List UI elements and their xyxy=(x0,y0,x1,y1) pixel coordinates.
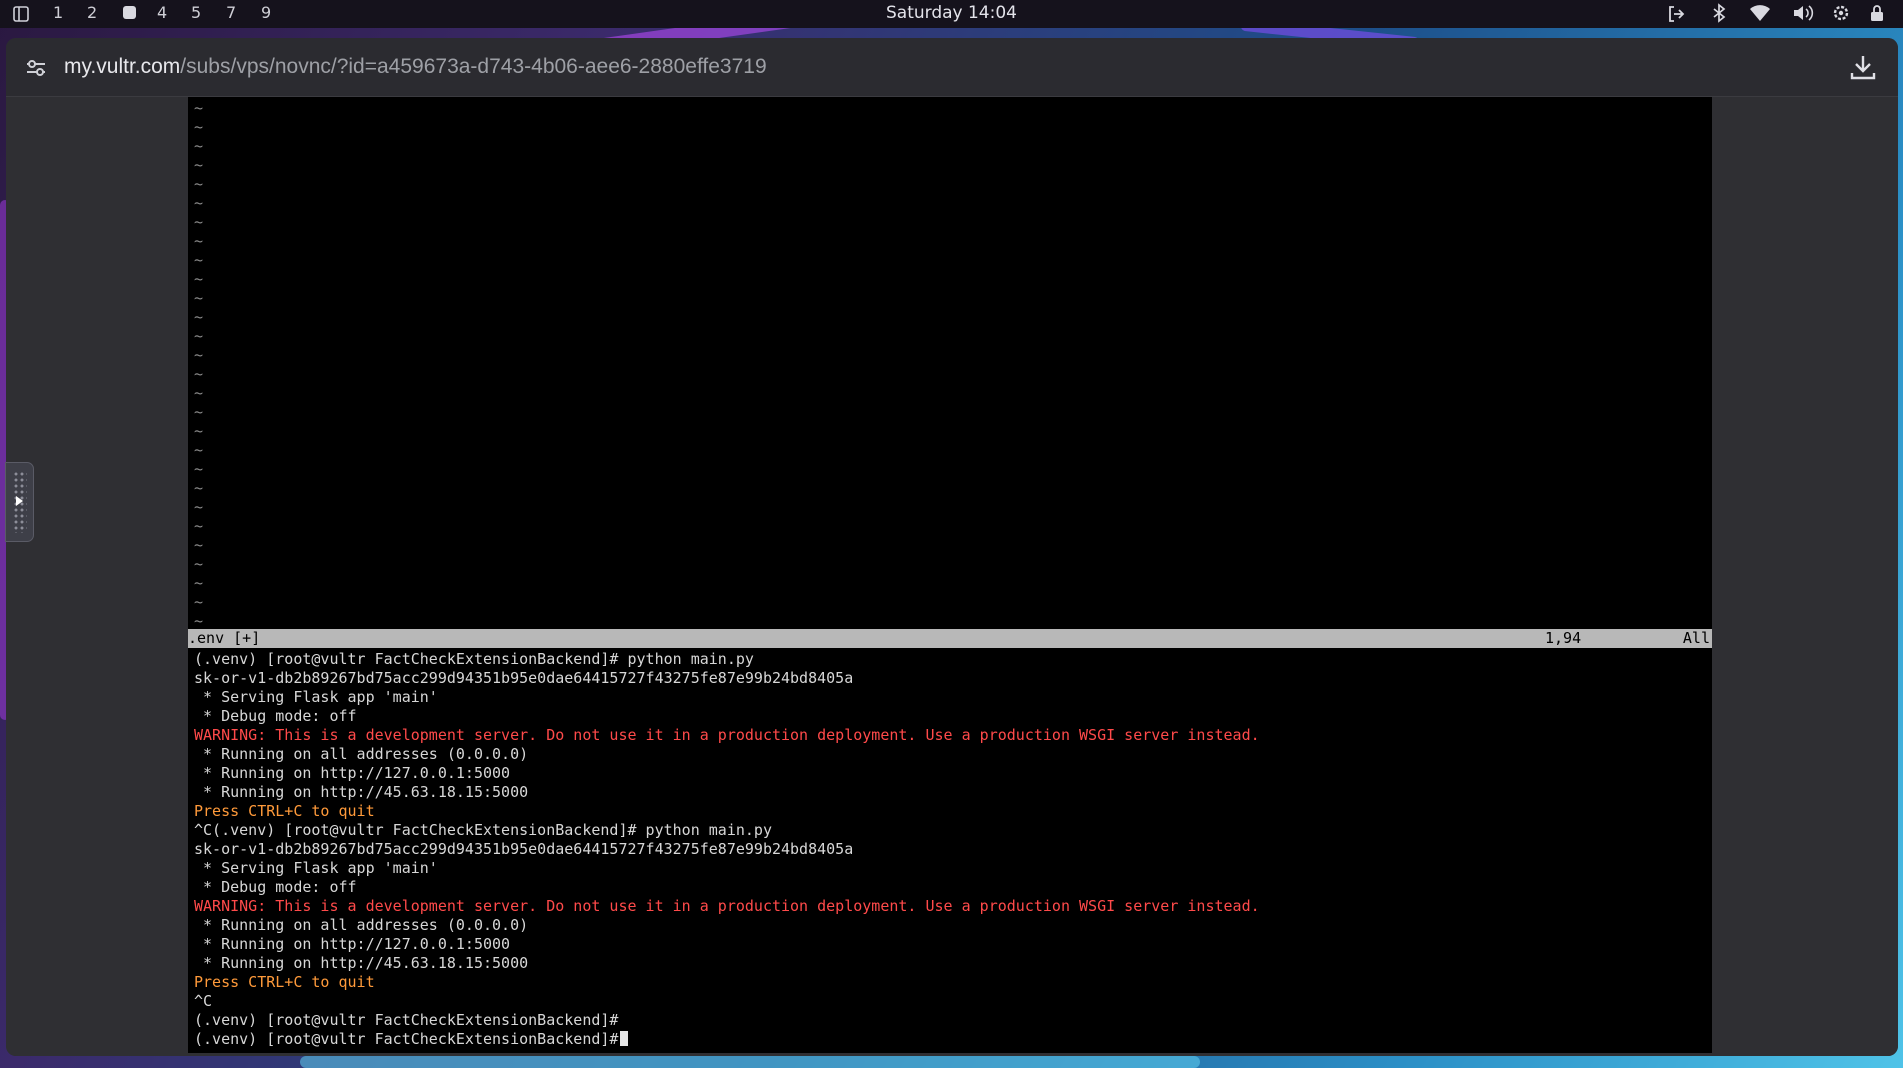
vim-tilde-line: ~ xyxy=(194,384,204,402)
vim-tilde-line: ~ xyxy=(194,346,204,364)
vim-tilde-line: ~ xyxy=(194,460,204,478)
vim-tilde-line: ~ xyxy=(194,403,204,421)
terminal-line: * Running on all addresses (0.0.0.0) xyxy=(194,916,529,934)
url-host: my.vultr.com xyxy=(64,55,181,78)
status-file: .env [+] xyxy=(188,629,261,647)
browser-window: my.vultr.com/subs/vps/novnc/?id=a459673a… xyxy=(6,38,1898,1056)
terminal-line: * Serving Flask app 'main' xyxy=(194,688,438,706)
terminal-line: * Serving Flask app 'main' xyxy=(194,859,438,877)
terminal-line: * Running on http://127.0.0.1:5000 xyxy=(194,935,511,953)
terminal-line: * Debug mode: off xyxy=(194,707,357,725)
url-path: /subs/vps/novnc/?id=a459673a-d743-4b06-a… xyxy=(180,55,767,78)
vim-status-line: .env [+] 1,94 All xyxy=(188,629,1712,648)
clock[interactable]: Saturday 14:04 xyxy=(0,3,1903,23)
vim-tilde-line: ~ xyxy=(194,289,204,307)
top-bar: 1 2 4 5 7 9 Saturday 14:04 xyxy=(0,0,1903,28)
vim-tilde-line: ~ xyxy=(194,517,204,535)
vim-tilde-line: ~ xyxy=(194,99,204,117)
vim-tilde-line: ~ xyxy=(194,479,204,497)
vim-tilde-line: ~ xyxy=(194,422,204,440)
vim-tilde-line: ~ xyxy=(194,270,204,288)
bluetooth-icon[interactable] xyxy=(1711,3,1727,23)
novnc-control-handle[interactable] xyxy=(5,462,34,542)
terminal-line: ^C xyxy=(194,992,213,1010)
vim-tilde-line: ~ xyxy=(194,213,204,231)
vim-tilde-line: ~ xyxy=(194,156,204,174)
terminal-line: Press CTRL+C to quit xyxy=(194,802,375,820)
vim-tilde-line: ~ xyxy=(194,118,204,136)
address-field[interactable]: my.vultr.com/subs/vps/novnc/?id=a459673a… xyxy=(64,55,767,79)
terminal-line: WARNING: This is a development server. D… xyxy=(194,897,1260,915)
vim-tilde-line: ~ xyxy=(194,536,204,554)
vim-tilde-line: ~ xyxy=(194,441,204,459)
logout-icon[interactable] xyxy=(1666,4,1686,24)
terminal-line: * Running on http://45.63.18.15:5000 xyxy=(194,783,529,801)
vim-tilde-line: ~ xyxy=(194,327,204,345)
vim-tilde-line: ~ xyxy=(194,251,204,269)
download-icon[interactable] xyxy=(1848,52,1878,82)
terminal-line: (.venv) [root@vultr FactCheckExtensionBa… xyxy=(194,1011,619,1029)
terminal-line: (.venv) [root@vultr FactCheckExtensionBa… xyxy=(194,1030,629,1049)
terminal-line: Press CTRL+C to quit xyxy=(194,973,375,991)
terminal-line: * Debug mode: off xyxy=(194,878,357,896)
vim-tilde-line: ~ xyxy=(194,365,204,383)
vim-tilde-line: ~ xyxy=(194,593,204,611)
page-content: ~ ~ ~ ~ ~ ~ ~ ~ ~ ~ ~ ~ ~ ~ ~ ~ ~ ~ ~ ~ ~ ~ ~ ~ ~ ~ ~ ~ .env [+] 1,… xyxy=(6,97,1898,1056)
settings-icon[interactable] xyxy=(1832,4,1850,22)
terminal-line: (.venv) [root@vultr FactCheckExtensionBa… xyxy=(194,650,754,668)
vim-tilde-line: ~ xyxy=(194,137,204,155)
terminal-line: sk-or-v1-db2b89267bd75acc299d94351b95e0d… xyxy=(194,669,854,687)
terminal-line: WARNING: This is a development server. D… xyxy=(194,726,1260,744)
expand-arrow-icon xyxy=(16,496,23,506)
vim-tilde-line: ~ xyxy=(194,194,204,212)
vim-tilde-line: ~ xyxy=(194,498,204,516)
vim-tilde-line: ~ xyxy=(194,175,204,193)
site-settings-icon[interactable] xyxy=(24,56,48,80)
terminal-cursor xyxy=(620,1031,629,1046)
url-bar[interactable]: my.vultr.com/subs/vps/novnc/?id=a459673a… xyxy=(6,38,1898,97)
vim-tilde-line: ~ xyxy=(194,574,204,592)
status-all: All xyxy=(1682,629,1710,647)
terminal-line: * Running on http://45.63.18.15:5000 xyxy=(194,954,529,972)
vnc-terminal-screen[interactable]: ~ ~ ~ ~ ~ ~ ~ ~ ~ ~ ~ ~ ~ ~ ~ ~ ~ ~ ~ ~ ~ ~ ~ ~ ~ ~ ~ ~ .env [+] 1,… xyxy=(188,97,1712,1053)
volume-icon[interactable] xyxy=(1792,4,1814,22)
vim-tilde-line: ~ xyxy=(194,232,204,250)
terminal-line: * Running on http://127.0.0.1:5000 xyxy=(194,764,511,782)
vim-tilde-line: ~ xyxy=(194,308,204,326)
terminal-line: sk-or-v1-db2b89267bd75acc299d94351b95e0d… xyxy=(194,840,854,858)
status-position: 1,94 xyxy=(1545,629,1582,647)
terminal-line: ^C(.venv) [root@vultr FactCheckExtension… xyxy=(194,821,772,839)
wallpaper-streak xyxy=(300,1056,1200,1068)
wifi-icon[interactable] xyxy=(1749,4,1771,22)
terminal-line: * Running on all addresses (0.0.0.0) xyxy=(194,745,529,763)
lock-icon[interactable] xyxy=(1869,3,1885,23)
vim-tilde-line: ~ xyxy=(194,555,204,573)
